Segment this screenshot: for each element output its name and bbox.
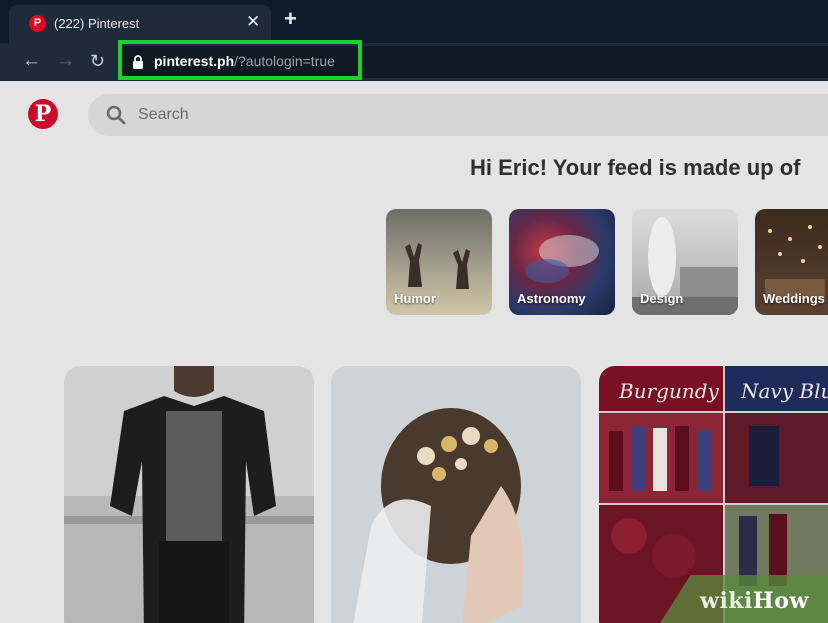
forward-arrow-icon[interactable]: →	[56, 49, 75, 73]
topic-humor[interactable]: Humor	[386, 209, 492, 315]
search-icon	[106, 105, 126, 125]
topic-label-weddings: Weddings	[763, 291, 825, 306]
topic-design[interactable]: Design	[632, 209, 738, 315]
search-input[interactable]: Search	[138, 106, 189, 124]
topic-astronomy[interactable]: Astronomy	[509, 209, 615, 315]
wikihow-watermark: wikiHow	[700, 588, 809, 614]
pin-card-man-jacket[interactable]	[64, 366, 314, 623]
feed-greeting: Hi Eric! Your feed is made up of	[470, 155, 801, 180]
tab-strip: P (222) Pinterest ✕ +	[0, 0, 828, 43]
search-bar[interactable]: Search	[88, 94, 828, 136]
url-highlight-box	[118, 40, 362, 80]
collage-caption-burgundy: Burgundy	[618, 379, 720, 403]
pinterest-page: P Search Hi Eric! Your feed is made up o…	[0, 81, 828, 623]
topic-weddings[interactable]: Weddings	[755, 209, 828, 315]
reload-icon[interactable]: ↻	[90, 49, 105, 73]
back-arrow-icon[interactable]: ←	[22, 49, 41, 73]
pin-card-bridal-hair[interactable]	[331, 366, 581, 623]
browser-tab-pinterest[interactable]: P (222) Pinterest ✕	[9, 5, 271, 43]
pin-image-man	[64, 366, 314, 623]
tab-title: (222) Pinterest	[54, 16, 140, 31]
pinterest-icon: P	[29, 15, 46, 32]
new-tab-button[interactable]: +	[284, 6, 297, 32]
topic-label-humor: Humor	[394, 291, 436, 306]
pin-image-bride	[353, 408, 524, 623]
close-icon[interactable]: ✕	[246, 12, 260, 32]
collage-caption-navy: Navy Blu	[740, 379, 828, 403]
pinterest-logo[interactable]: P	[28, 99, 58, 129]
topic-label-design: Design	[640, 291, 684, 306]
topic-label-astronomy: Astronomy	[517, 291, 586, 306]
